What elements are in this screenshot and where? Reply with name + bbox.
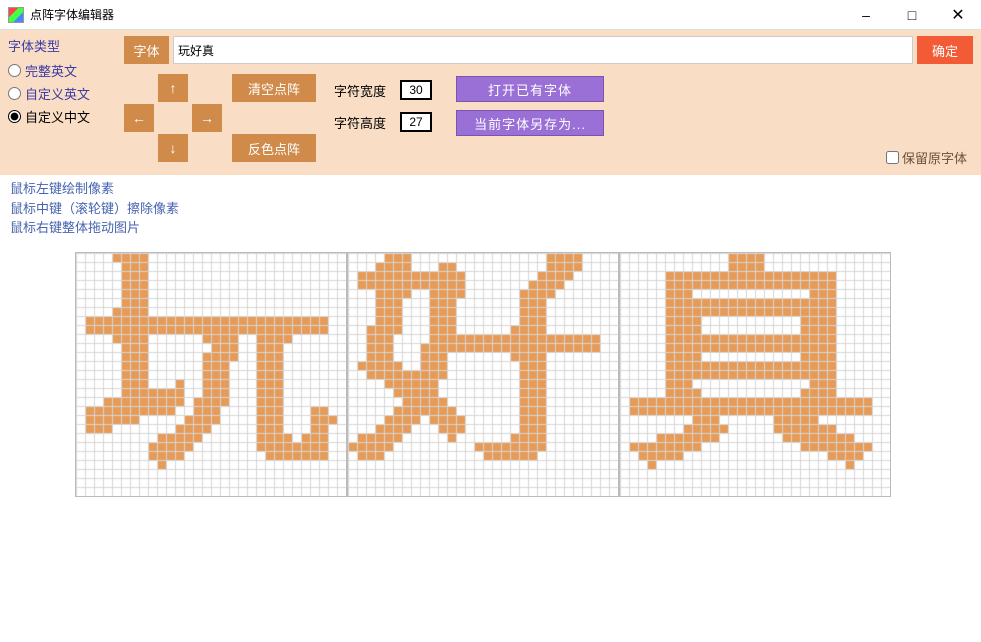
save-font-as-button[interactable]: 当前字体另存为... <box>456 110 604 136</box>
font-type-group: 字体类型 完整英文 自定义英文 自定义中文 <box>8 36 116 167</box>
arrow-down-button[interactable]: ↓ <box>158 134 188 162</box>
dpad: ↑ ← → ↓ <box>124 74 220 164</box>
file-actions: 打开已有字体 当前字体另存为... <box>456 76 604 136</box>
radio-custom-chinese[interactable]: 自定义中文 <box>8 107 116 126</box>
font-type-label: 字体类型 <box>8 36 116 55</box>
radio-full-english[interactable]: 完整英文 <box>8 61 116 80</box>
keep-original-checkbox[interactable]: 保留原字体 <box>886 148 967 167</box>
radio-full-english-label: 完整英文 <box>25 61 77 80</box>
toolbar-panel: 字体类型 完整英文 自定义英文 自定义中文 字体 确定 ↑ ← → ↓ <box>0 30 981 175</box>
radio-custom-english-input[interactable] <box>8 87 21 100</box>
glyph-cell-0[interactable] <box>75 252 347 497</box>
window-titlebar: 点阵字体编辑器 – □ ✕ <box>0 0 981 30</box>
radio-custom-english-label: 自定义英文 <box>25 84 90 103</box>
pixel-editor-area[interactable] <box>0 242 981 497</box>
confirm-button[interactable]: 确定 <box>917 36 973 64</box>
hint-line-3: 鼠标右键整体拖动图片 <box>10 218 971 238</box>
minimize-button[interactable]: – <box>843 0 889 30</box>
arrow-left-button[interactable]: ← <box>124 104 154 132</box>
clear-matrix-button[interactable]: 清空点阵 <box>232 74 316 102</box>
radio-custom-chinese-label: 自定义中文 <box>25 107 90 126</box>
close-button[interactable]: ✕ <box>935 0 981 30</box>
open-font-button[interactable]: 打开已有字体 <box>456 76 604 102</box>
keep-original-input[interactable] <box>886 151 899 164</box>
char-height-value[interactable]: 27 <box>400 112 432 132</box>
hint-line-2: 鼠标中键（滚轮键）擦除像素 <box>10 199 971 219</box>
hints-block: 鼠标左键绘制像素 鼠标中键（滚轮键）擦除像素 鼠标右键整体拖动图片 <box>0 175 981 242</box>
window-title: 点阵字体编辑器 <box>30 6 843 23</box>
font-text-input[interactable] <box>173 36 913 64</box>
char-width-row: 字符宽度 30 <box>334 80 432 100</box>
char-width-value[interactable]: 30 <box>400 80 432 100</box>
radio-custom-english[interactable]: 自定义英文 <box>8 84 116 103</box>
matrix-actions: 清空点阵 反色点阵 <box>232 74 316 162</box>
arrow-right-button[interactable]: → <box>192 104 222 132</box>
arrow-up-button[interactable]: ↑ <box>158 74 188 102</box>
radio-custom-chinese-input[interactable] <box>8 110 21 123</box>
radio-full-english-input[interactable] <box>8 64 21 77</box>
controls-row: ↑ ← → ↓ 清空点阵 反色点阵 字符宽度 30 字符高度 27 <box>124 70 973 164</box>
font-select-button[interactable]: 字体 <box>124 36 169 64</box>
char-height-row: 字符高度 27 <box>334 112 432 132</box>
invert-matrix-button[interactable]: 反色点阵 <box>232 134 316 162</box>
keep-original-label: 保留原字体 <box>902 148 967 167</box>
font-row: 字体 确定 <box>124 36 973 64</box>
maximize-button[interactable]: □ <box>889 0 935 30</box>
glyph-cell-2[interactable] <box>619 252 891 497</box>
hint-line-1: 鼠标左键绘制像素 <box>10 179 971 199</box>
toolbar-main: 字体 确定 ↑ ← → ↓ 清空点阵 反色点阵 字符宽度 30 字符 <box>124 36 973 167</box>
glyph-cell-1[interactable] <box>347 252 619 497</box>
dimensions-group: 字符宽度 30 字符高度 27 <box>334 80 432 132</box>
char-height-label: 字符高度 <box>334 113 386 132</box>
app-icon <box>8 7 24 23</box>
char-width-label: 字符宽度 <box>334 81 386 100</box>
